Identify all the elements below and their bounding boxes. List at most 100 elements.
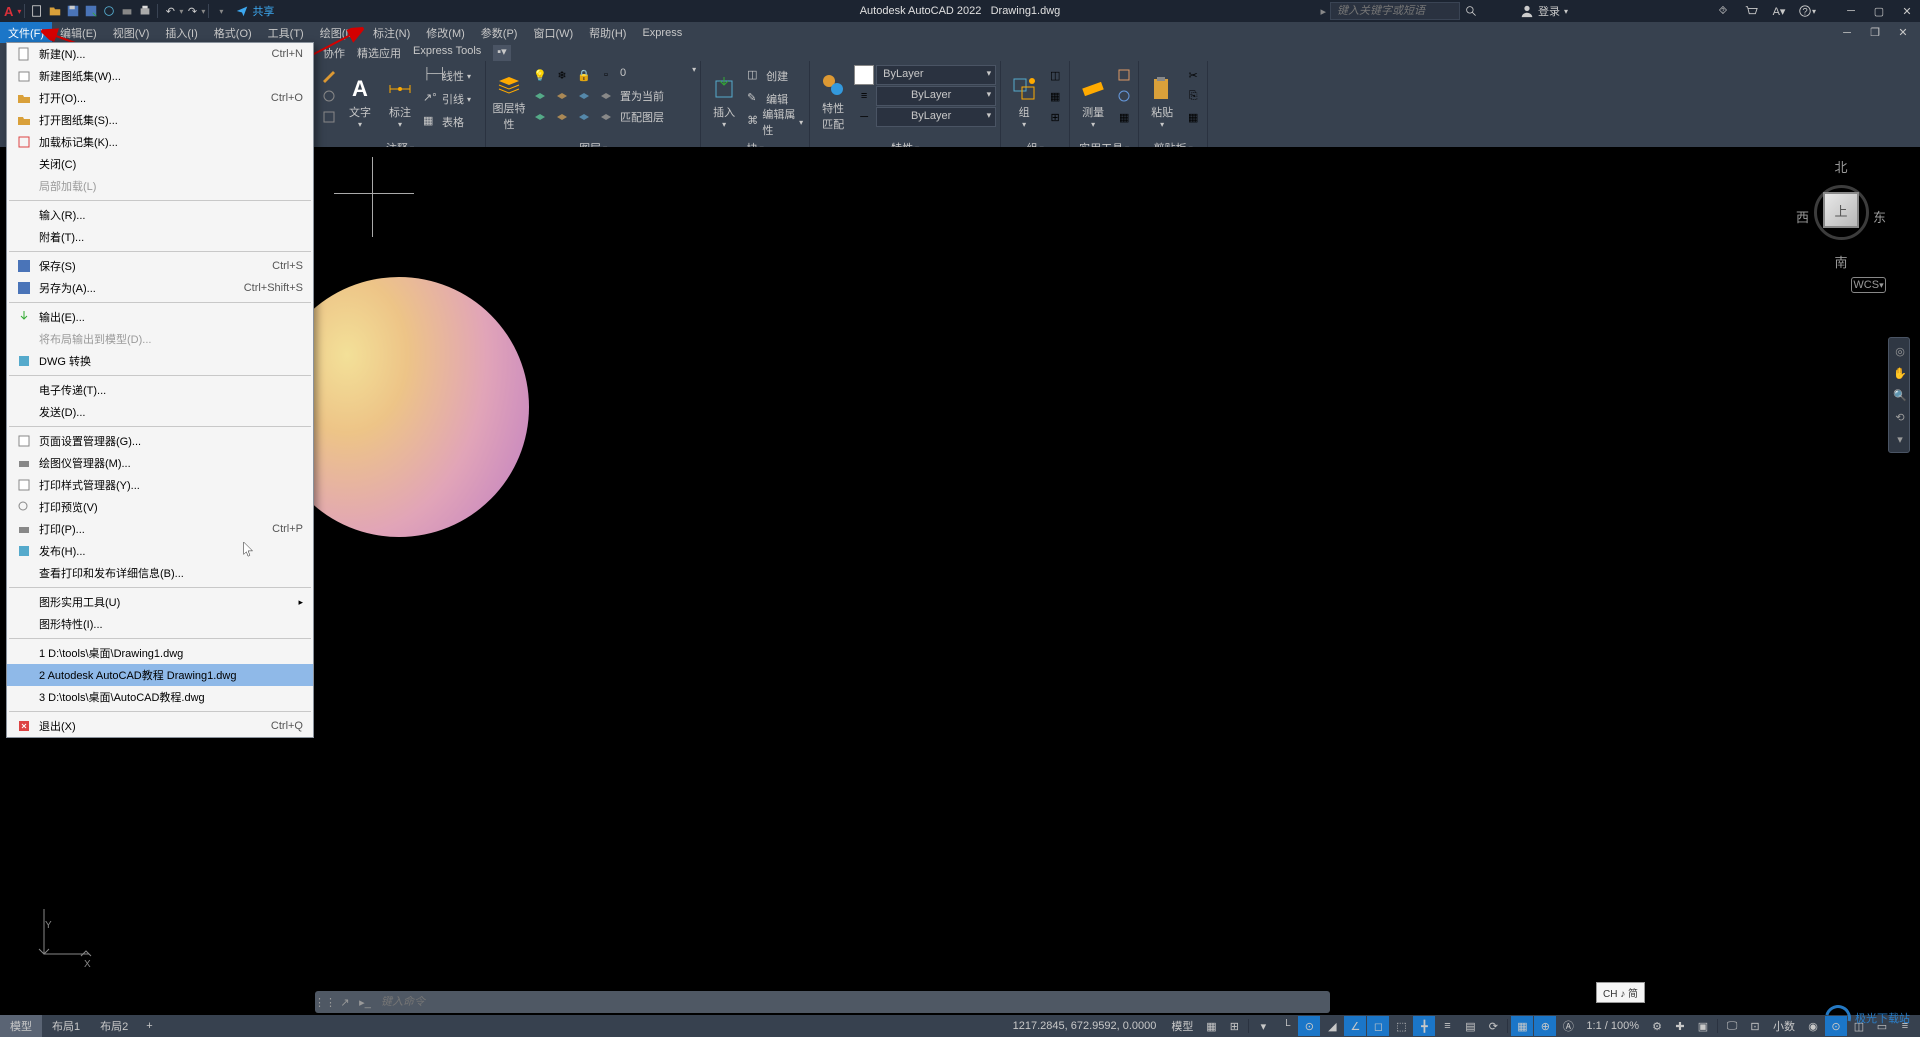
fm-new[interactable]: 新建(N)...Ctrl+N	[7, 43, 313, 65]
menu-format[interactable]: 格式(O)	[206, 22, 260, 44]
viewcube-south[interactable]: 南	[1834, 252, 1847, 271]
search-icon[interactable]	[1462, 2, 1480, 20]
close-icon[interactable]: ✕	[1894, 0, 1920, 22]
minimize-icon[interactable]: ─	[1838, 0, 1864, 22]
nav-wheel-icon[interactable]: ◎	[1891, 342, 1909, 360]
layer-tool1-icon[interactable]	[530, 86, 550, 106]
qat-more-icon[interactable]: ▾	[212, 2, 230, 20]
ucs-icon[interactable]: YX	[34, 904, 94, 967]
brush2-icon[interactable]	[319, 86, 339, 106]
fm-drawprops[interactable]: 图形特性(I)...	[7, 613, 313, 635]
qat-saveas-icon[interactable]	[82, 2, 100, 20]
group-tool2-icon[interactable]: ▦	[1045, 86, 1065, 106]
fm-attach[interactable]: 附着(T)...	[7, 226, 313, 248]
tab-collab[interactable]: 协作	[323, 45, 345, 61]
color-swatch-icon[interactable]	[854, 65, 874, 85]
props-match-button[interactable]: 特性 匹配	[814, 65, 852, 137]
fm-saveas[interactable]: 另存为(A)...Ctrl+Shift+S	[7, 277, 313, 299]
qat-save-icon[interactable]	[64, 2, 82, 20]
layer-tool3-icon[interactable]	[574, 86, 594, 106]
cmd-history-icon[interactable]: ↗	[335, 996, 355, 1009]
tab-expresstools[interactable]: Express Tools	[413, 45, 481, 61]
nav-orbit-icon[interactable]: ⟲	[1891, 408, 1909, 426]
layer-on-icon[interactable]: 💡	[530, 65, 550, 85]
menu-help[interactable]: 帮助(H)	[581, 22, 634, 44]
fm-recent3[interactable]: 3 D:\tools\桌面\AutoCAD教程.dwg	[7, 686, 313, 708]
sb-ws-icon[interactable]: ⊕	[1534, 1016, 1556, 1036]
fm-preview[interactable]: 打印预览(V)	[7, 496, 313, 518]
layer-tool8-icon[interactable]	[596, 107, 616, 127]
tab-overflow-icon[interactable]: ▪▾	[493, 45, 510, 61]
sb-view-icon[interactable]: 🖵	[1721, 1016, 1743, 1036]
menu-params[interactable]: 参数(P)	[473, 22, 526, 44]
group-tool1-icon[interactable]: ◫	[1045, 65, 1065, 85]
qat-new-icon[interactable]	[28, 2, 46, 20]
qat-print-icon[interactable]	[136, 2, 154, 20]
sb-model-button[interactable]: 模型	[1165, 1018, 1199, 1034]
search-box[interactable]: ▸	[1320, 2, 1480, 20]
sb-dyn-icon[interactable]: ╋	[1413, 1016, 1435, 1036]
fm-print[interactable]: 打印(P)...Ctrl+P	[7, 518, 313, 540]
layer-props-button[interactable]: 图层特性	[490, 65, 528, 137]
fm-publish[interactable]: 发布(H)...	[7, 540, 313, 562]
layer-lock-icon[interactable]: 🔒	[574, 65, 594, 85]
menu-insert[interactable]: 插入(I)	[157, 22, 205, 44]
sb-lwt-icon[interactable]: ≡	[1436, 1016, 1458, 1036]
group-button[interactable]: 组▾	[1005, 65, 1043, 137]
menu-edit[interactable]: 编辑(E)	[52, 22, 105, 44]
dimension-button[interactable]: 标注▾	[381, 65, 419, 137]
edit-attr-button[interactable]: ⌘编辑属性▾	[745, 111, 805, 133]
doc-minimize-icon[interactable]: ─	[1834, 22, 1860, 44]
util-tool3-icon[interactable]: ▦	[1114, 107, 1134, 127]
doc-restore-icon[interactable]: ❐	[1862, 22, 1888, 44]
copy-icon[interactable]: ⎘	[1183, 86, 1203, 106]
cart-icon[interactable]	[1738, 0, 1764, 22]
tab-layout1[interactable]: 布局1	[42, 1015, 90, 1037]
sb-3dosnap-icon[interactable]: ⬚	[1390, 1016, 1412, 1036]
menu-window[interactable]: 窗口(W)	[525, 22, 581, 44]
viewcube-north[interactable]: 北	[1834, 157, 1847, 176]
fm-recent1[interactable]: 1 D:\tools\桌面\Drawing1.dwg	[7, 642, 313, 664]
sb-otrack-icon[interactable]: ◻	[1367, 1016, 1389, 1036]
layer-tool6-icon[interactable]	[552, 107, 572, 127]
linetype-icon[interactable]: ─	[854, 107, 874, 127]
share-button[interactable]: 共享	[236, 3, 274, 19]
sb-lock-icon[interactable]: ▣	[1692, 1016, 1714, 1036]
fm-export[interactable]: 输出(E)...	[7, 306, 313, 328]
maximize-icon[interactable]: ▢	[1866, 0, 1892, 22]
lineweight-icon[interactable]: ≡	[854, 86, 874, 106]
fm-save[interactable]: 保存(S)Ctrl+S	[7, 255, 313, 277]
fm-opensheet[interactable]: 打开图纸集(S)...	[7, 109, 313, 131]
sb-snap-icon[interactable]: ⊞	[1223, 1016, 1245, 1036]
util-tool1-icon[interactable]	[1114, 65, 1134, 85]
tab-add-icon[interactable]: +	[138, 1017, 160, 1035]
menu-tools[interactable]: 工具(T)	[260, 22, 312, 44]
layer-tool4-icon[interactable]	[596, 86, 616, 106]
sb-scale[interactable]: 1:1 / 100%	[1580, 1020, 1645, 1032]
fm-etransmit[interactable]: 电子传递(T)...	[7, 379, 313, 401]
sb-polar-icon[interactable]: ⊙	[1298, 1016, 1320, 1036]
layer-current-button[interactable]: 置为当前	[618, 86, 666, 106]
fm-drawutil[interactable]: 图形实用工具(U)▸	[7, 591, 313, 613]
qat-plot-icon[interactable]	[118, 2, 136, 20]
tab-model[interactable]: 模型	[0, 1015, 42, 1037]
layer-match-button[interactable]: 匹配图层	[618, 107, 666, 127]
fm-open[interactable]: 打开(O)...Ctrl+O	[7, 87, 313, 109]
linetype-button[interactable]: ├─┤线性▾	[421, 65, 481, 87]
fm-close[interactable]: 关闭(C)	[7, 153, 313, 175]
clip-tool-icon[interactable]: ▦	[1183, 107, 1203, 127]
nav-zoom-icon[interactable]: 🔍	[1891, 386, 1909, 404]
sb-osnap-icon[interactable]: ∠	[1344, 1016, 1366, 1036]
paste-button[interactable]: 粘贴▾	[1143, 65, 1181, 137]
qat-undo-icon[interactable]: ↶	[161, 2, 179, 20]
sb-infer-icon[interactable]: ▾	[1252, 1016, 1274, 1036]
layer-tool2-icon[interactable]	[552, 86, 572, 106]
viewcube-west[interactable]: 西	[1796, 207, 1809, 226]
search-input[interactable]	[1330, 2, 1460, 20]
menu-file[interactable]: 文件(F)	[0, 22, 52, 44]
menu-express[interactable]: Express	[634, 24, 690, 42]
login-button[interactable]: 登录 ▾	[1520, 3, 1568, 19]
util-tool2-icon[interactable]	[1114, 86, 1134, 106]
sb-anno-icon[interactable]: Ⓐ	[1557, 1016, 1579, 1036]
help-icon[interactable]: ⯑	[1710, 0, 1736, 22]
